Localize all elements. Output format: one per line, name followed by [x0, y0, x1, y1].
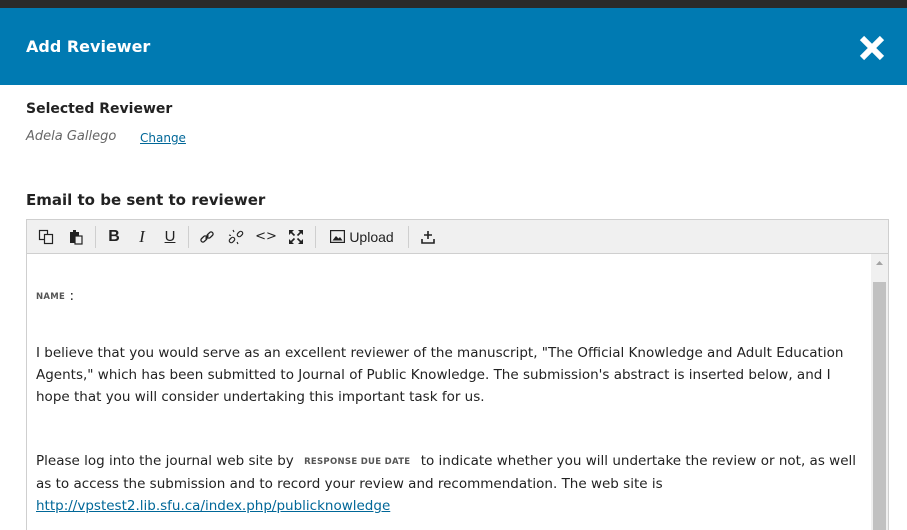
- code-icon: <>: [255, 229, 277, 244]
- copy-button[interactable]: [31, 220, 61, 253]
- paste-button[interactable]: [61, 220, 91, 253]
- paste-icon: [70, 229, 83, 245]
- paragraph-2-before: Please log into the journal web site by: [36, 453, 294, 469]
- italic-button[interactable]: I: [128, 220, 156, 253]
- email-body-editor[interactable]: NAME : I believe that you would serve as…: [26, 254, 889, 530]
- underline-icon: U: [164, 228, 176, 245]
- change-reviewer-link[interactable]: Change: [140, 131, 186, 145]
- modal-title: Add Reviewer: [26, 37, 151, 56]
- selected-reviewer-label: Selected Reviewer: [26, 101, 173, 117]
- editor-toolbar: B I U <> Upload: [26, 219, 889, 254]
- scroll-up-arrow-icon[interactable]: [871, 256, 888, 270]
- fullscreen-button[interactable]: [281, 220, 311, 253]
- upload-button[interactable]: Upload: [320, 220, 404, 253]
- response-due-date-variable: RESPONSE DUE DATE: [304, 457, 411, 467]
- toolbar-separator: [95, 225, 96, 248]
- unlink-icon: [228, 229, 244, 244]
- toolbar-separator: [188, 225, 189, 248]
- fullscreen-icon: [289, 229, 303, 244]
- email-label: Email to be sent to reviewer: [26, 191, 266, 209]
- copy-icon: [38, 229, 54, 244]
- bold-button[interactable]: B: [100, 220, 128, 253]
- close-button[interactable]: [858, 34, 886, 62]
- editor-scrollbar[interactable]: [871, 254, 888, 530]
- paragraph-2: Please log into the journal web site by …: [36, 450, 866, 517]
- modal-header: Add Reviewer: [0, 8, 907, 85]
- close-icon: [859, 35, 885, 61]
- toolbar-separator: [315, 225, 316, 248]
- greeting-suffix: :: [69, 288, 75, 304]
- paragraph-1: I believe that you would serve as an exc…: [36, 345, 844, 405]
- code-button[interactable]: <>: [251, 220, 281, 253]
- link-button[interactable]: [193, 220, 221, 253]
- selected-reviewer-name: Adela Gallego: [26, 129, 117, 144]
- insert-variable-button[interactable]: [413, 220, 443, 253]
- image-icon: [330, 230, 346, 243]
- unlink-button[interactable]: [221, 220, 251, 253]
- insert-icon: [421, 230, 435, 244]
- name-variable: NAME: [36, 292, 66, 302]
- bold-icon: B: [108, 227, 120, 245]
- underline-button[interactable]: U: [156, 220, 184, 253]
- journal-website-link[interactable]: http://vpstest2.lib.sfu.ca/index.php/pub…: [36, 498, 390, 514]
- scrollbar-thumb[interactable]: [873, 282, 886, 530]
- toolbar-separator: [408, 225, 409, 248]
- link-icon: [200, 230, 214, 243]
- greeting-line: NAME :: [36, 285, 866, 308]
- upload-label: Upload: [349, 228, 394, 245]
- italic-icon: I: [139, 226, 145, 246]
